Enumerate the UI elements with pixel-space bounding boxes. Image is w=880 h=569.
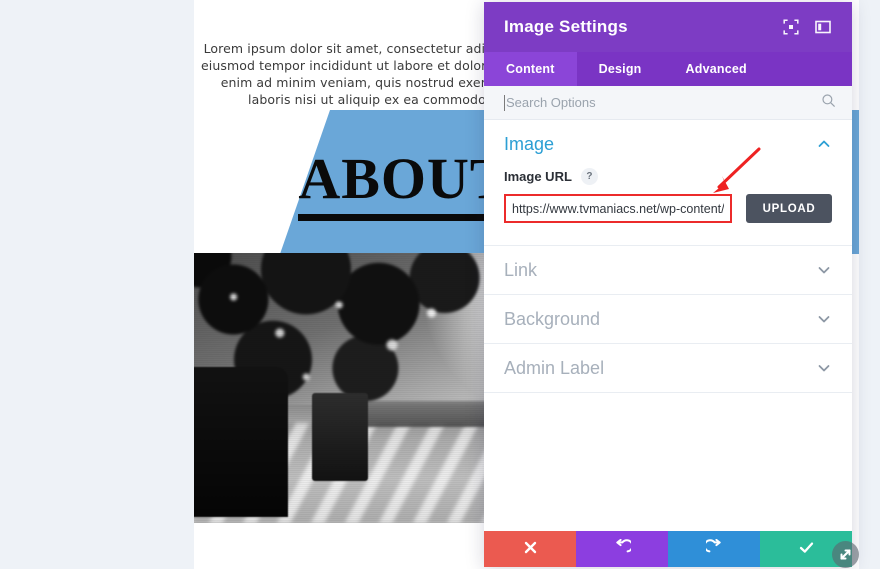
tab-content[interactable]: Content [484, 52, 577, 86]
cancel-button[interactable] [484, 531, 576, 567]
section-link-title: Link [504, 259, 538, 280]
section-admin-label: Admin Label [484, 344, 852, 393]
image-url-label: Image URL [504, 169, 572, 184]
section-image-title: Image [504, 133, 555, 154]
chevron-down-icon[interactable] [816, 360, 832, 376]
search-input[interactable] [504, 95, 821, 110]
search-text-caret [504, 95, 505, 111]
redo-icon [703, 538, 723, 559]
search-options-bar [484, 86, 852, 120]
chevron-down-icon[interactable] [816, 262, 832, 278]
section-background-header[interactable]: Background [504, 295, 832, 343]
section-admin-label-header[interactable]: Admin Label [504, 344, 832, 392]
search-icon[interactable] [821, 93, 836, 113]
panel-title: Image Settings [504, 17, 628, 36]
focus-target-icon[interactable] [778, 14, 804, 40]
section-image: Image Image URL ? https://www.tvmaniacs.… [484, 120, 852, 246]
panel-layout-icon[interactable] [810, 14, 836, 40]
image-url-label-row: Image URL ? [504, 168, 832, 185]
panel-body: Image Image URL ? https://www.tvmaniacs.… [484, 120, 852, 531]
image-url-field-wrapper [504, 194, 732, 223]
section-background: Background [484, 295, 852, 344]
redo-button[interactable] [668, 531, 760, 567]
tab-design[interactable]: Design [577, 52, 664, 86]
chevron-down-icon[interactable] [816, 311, 832, 327]
panel-action-bar [484, 531, 852, 567]
upload-button[interactable]: UPLOAD [746, 194, 832, 223]
resize-diagonal-icon[interactable] [832, 541, 859, 568]
section-background-title: Background [504, 308, 601, 329]
panel-tabs: Content Design Advanced [484, 52, 852, 86]
tab-advanced[interactable]: Advanced [664, 52, 769, 86]
section-image-header[interactable]: Image [504, 120, 832, 168]
section-link: Link [484, 246, 852, 295]
close-icon [523, 540, 538, 558]
chevron-up-icon[interactable] [816, 136, 832, 152]
section-image-body: Image URL ? UPLOAD [504, 168, 832, 245]
help-icon[interactable]: ? [580, 168, 598, 185]
undo-icon [614, 538, 633, 559]
panel-header: Image Settings [484, 2, 852, 52]
page-title-text: ABOUT [298, 148, 510, 221]
image-settings-panel: Image Settings Content Design Advanced S… [484, 2, 852, 567]
image-url-input[interactable] [504, 194, 732, 223]
section-link-header[interactable]: Link [504, 246, 832, 294]
undo-button[interactable] [576, 531, 668, 567]
section-admin-label-title: Admin Label [504, 357, 605, 378]
image-url-row: UPLOAD [504, 194, 832, 223]
builder-screen: Lorem ipsum dolor sit amet, consectetur … [0, 0, 880, 569]
check-icon [798, 539, 815, 559]
